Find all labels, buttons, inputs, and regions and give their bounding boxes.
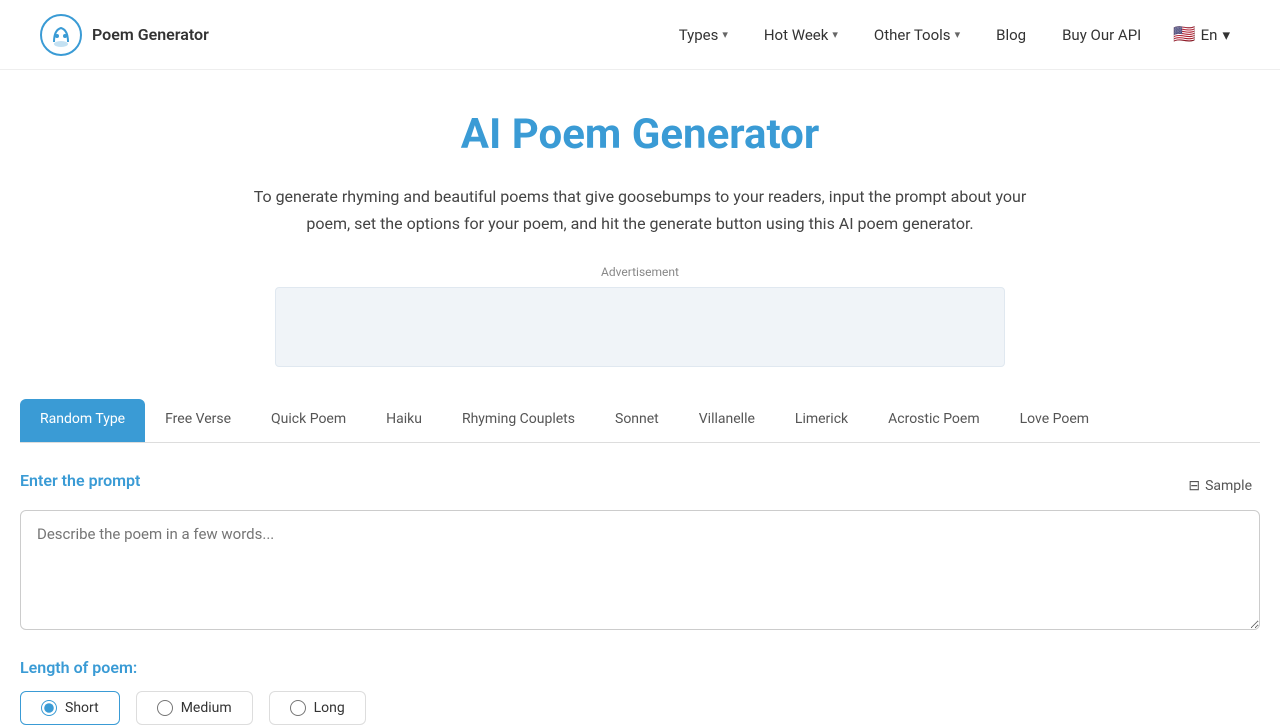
sample-button[interactable]: ⊟ Sample — [1180, 474, 1260, 498]
prompt-label: Enter the prompt — [20, 471, 140, 490]
chevron-down-icon: ▾ — [1222, 26, 1230, 44]
tab-rhyming-couplets[interactable]: Rhyming Couplets — [442, 399, 595, 442]
logo[interactable]: Poem Generator — [40, 14, 209, 56]
chevron-down-icon: ▾ — [722, 28, 728, 41]
header: Poem Generator Types ▾ Hot Week ▾ Other … — [0, 0, 1280, 70]
advertisement-banner — [275, 287, 1005, 367]
prompt-header: Enter the prompt ⊟ Sample — [20, 471, 1260, 500]
sample-icon: ⊟ — [1188, 478, 1200, 494]
tab-acrostic-poem[interactable]: Acrostic Poem — [868, 399, 1000, 442]
logo-icon — [40, 14, 82, 56]
tab-limerick[interactable]: Limerick — [775, 399, 868, 442]
page-title: AI Poem Generator — [20, 110, 1260, 159]
tab-quick-poem[interactable]: Quick Poem — [251, 399, 366, 442]
chevron-down-icon: ▾ — [832, 28, 838, 41]
nav-other-tools[interactable]: Other Tools ▾ — [860, 18, 974, 52]
nav-api[interactable]: Buy Our API — [1048, 18, 1155, 52]
tab-haiku[interactable]: Haiku — [366, 399, 442, 442]
tab-love-poem[interactable]: Love Poem — [1000, 399, 1109, 442]
length-section: Length of poem: Short Medium Long — [20, 658, 1260, 725]
tab-sonnet[interactable]: Sonnet — [595, 399, 679, 442]
page-description: To generate rhyming and beautiful poems … — [230, 183, 1050, 237]
length-radio-long[interactable] — [290, 700, 306, 716]
tab-random-type[interactable]: Random Type — [20, 399, 145, 442]
tab-free-verse[interactable]: Free Verse — [145, 399, 251, 442]
poem-type-tabs: Random Type Free Verse Quick Poem Haiku … — [20, 399, 1260, 443]
length-label: Length of poem: — [20, 658, 1260, 677]
main-content: AI Poem Generator To generate rhyming an… — [0, 70, 1280, 725]
nav-types[interactable]: Types ▾ — [665, 18, 742, 52]
main-nav: Types ▾ Hot Week ▾ Other Tools ▾ Blog Bu… — [665, 16, 1240, 53]
ad-label: Advertisement — [20, 265, 1260, 279]
tab-villanelle[interactable]: Villanelle — [679, 399, 775, 442]
nav-blog[interactable]: Blog — [982, 18, 1040, 52]
nav-hot-week[interactable]: Hot Week ▾ — [750, 18, 852, 52]
prompt-textarea[interactable] — [20, 510, 1260, 630]
length-radio-medium[interactable] — [157, 700, 173, 716]
flag-icon: 🇺🇸 — [1173, 24, 1195, 45]
logo-text: Poem Generator — [92, 25, 209, 44]
length-radio-short[interactable] — [41, 700, 57, 716]
nav-language[interactable]: 🇺🇸 En ▾ — [1163, 16, 1240, 53]
chevron-down-icon: ▾ — [955, 28, 961, 41]
